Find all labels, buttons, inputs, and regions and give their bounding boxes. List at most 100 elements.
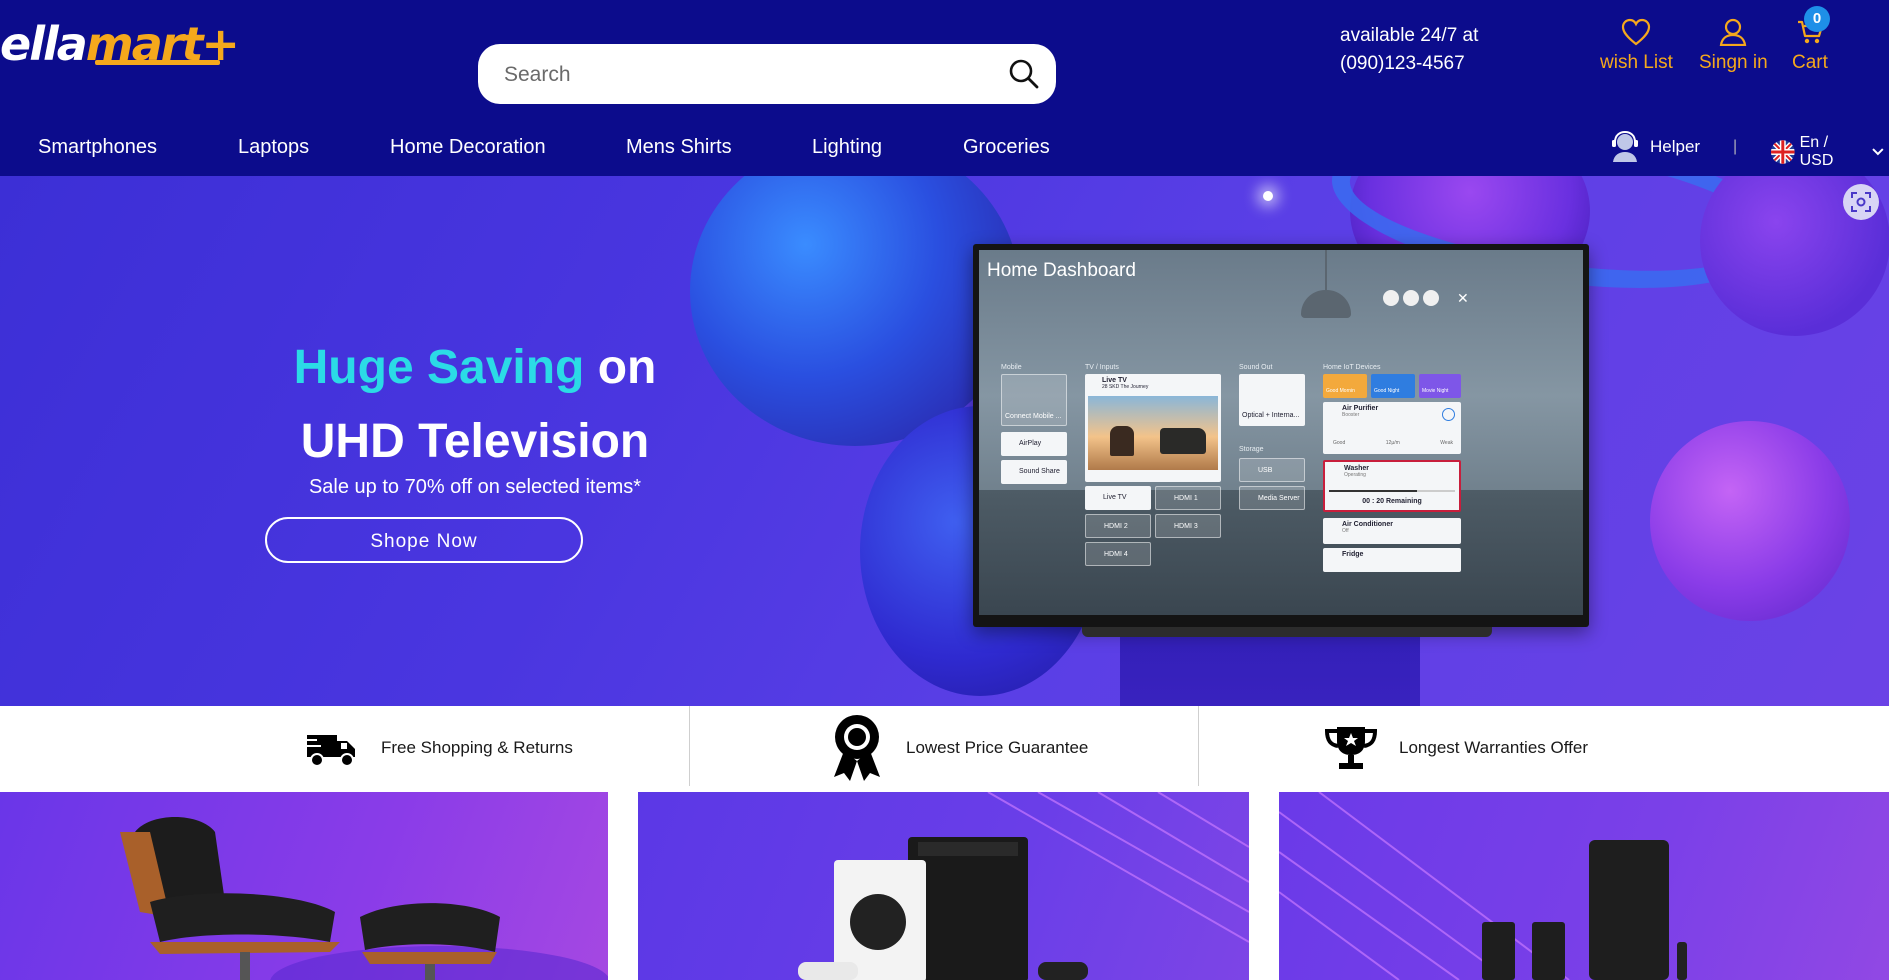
promo-card-furniture[interactable] bbox=[0, 792, 608, 980]
nav-item-mens-shirts[interactable]: Mens Shirts bbox=[626, 136, 732, 159]
tv-product-image: Home Dashboard ✕ Mobile TV / Inputs Soun… bbox=[973, 244, 1589, 627]
feature-free-shipping: Free Shopping & Returns bbox=[305, 706, 573, 790]
shop-now-button[interactable]: Shope Now bbox=[265, 517, 583, 563]
signin-label: Singn in bbox=[1699, 52, 1768, 73]
washer-status: Operating bbox=[1344, 472, 1366, 478]
pendant-cord bbox=[1325, 250, 1327, 292]
speakers-image bbox=[1279, 792, 1687, 980]
hero-title-on: on bbox=[597, 341, 657, 394]
jeep-silhouette bbox=[1160, 428, 1206, 454]
user-icon bbox=[1720, 18, 1747, 46]
fridge-label: Fridge bbox=[1342, 551, 1364, 558]
heart-icon bbox=[1622, 18, 1651, 46]
dash-tile-hdmi4: HDMI 4 bbox=[1085, 542, 1151, 566]
dash-tile-media-server: Media Server bbox=[1239, 486, 1305, 510]
nav-item-groceries[interactable]: Groceries bbox=[963, 136, 1050, 159]
dash-tile-washer: Washer Operating 00 : 20 Remaining bbox=[1323, 460, 1461, 512]
signin-link[interactable]: Singn in bbox=[1699, 18, 1768, 74]
washer-label: Washer bbox=[1344, 465, 1370, 472]
tv-stand bbox=[1082, 627, 1492, 637]
cart-label: Cart bbox=[1792, 52, 1828, 73]
air-stat: Weak bbox=[1440, 440, 1453, 446]
dash-tile-hdmi1: HDMI 1 bbox=[1155, 486, 1221, 510]
lounge-chair-image bbox=[120, 817, 608, 980]
dash-tile-hdmi3: HDMI 3 bbox=[1155, 514, 1221, 538]
washer-remaining: 00 : 20 Remaining bbox=[1362, 498, 1422, 505]
search-bar bbox=[478, 44, 1056, 106]
washer-progress-fill bbox=[1329, 490, 1418, 492]
dash-tile-air-conditioner: Air Conditioner Off bbox=[1323, 518, 1461, 544]
chevron-down-icon bbox=[1872, 148, 1884, 156]
dashboard-title: Home Dashboard bbox=[987, 260, 1136, 281]
visual-search-button[interactable] bbox=[1843, 184, 1879, 220]
dash-tile-live-tv-small: Live TV bbox=[1085, 486, 1151, 510]
availability-label: available 24/7 at bbox=[1340, 25, 1479, 46]
feature-warranties-label: Longest Warranties Offer bbox=[1399, 738, 1588, 757]
delivery-truck-icon bbox=[305, 735, 355, 767]
nav-item-home-decoration[interactable]: Home Decoration bbox=[390, 136, 546, 159]
dash-tile-sound-share: Sound Share bbox=[1001, 460, 1067, 484]
wishlist-label: wish List bbox=[1600, 52, 1673, 73]
hero-title-highlight: Huge Saving bbox=[293, 341, 585, 394]
air-stat: Good bbox=[1333, 440, 1346, 446]
nav-item-laptops[interactable]: Laptops bbox=[238, 136, 309, 159]
support-agent-icon bbox=[1612, 131, 1638, 162]
tv-screen: Home Dashboard ✕ Mobile TV / Inputs Soun… bbox=[979, 250, 1583, 615]
uk-flag-icon bbox=[1770, 140, 1795, 164]
dash-tile-air-purifier: Air Purifier Booster Good 12µ/m Weak bbox=[1323, 402, 1461, 454]
dash-tile-fridge: Fridge bbox=[1323, 548, 1461, 572]
search-input[interactable] bbox=[502, 44, 986, 106]
ac-label: Air Conditioner bbox=[1342, 521, 1393, 528]
hero-title: Huge Saving on UHD Television bbox=[200, 331, 750, 479]
dash-section-storage: Storage bbox=[1239, 446, 1264, 453]
helper-button[interactable]: Helper bbox=[1610, 128, 1700, 166]
dash-section-sound-out: Sound Out bbox=[1239, 364, 1273, 371]
dash-tile-optical: Optical + Interna... bbox=[1239, 374, 1305, 426]
close-icon: ✕ bbox=[1457, 290, 1469, 306]
live-tv-preview-image bbox=[1088, 396, 1218, 470]
trophy-icon bbox=[1325, 727, 1377, 769]
nav-item-smartphones[interactable]: Smartphones bbox=[38, 136, 157, 159]
feature-divider bbox=[689, 706, 690, 786]
dash-tile-good-night: Good Night bbox=[1371, 374, 1415, 398]
live-tv-label: Live TV bbox=[1102, 377, 1127, 384]
dash-section-iot: Home IoT Devices bbox=[1323, 364, 1381, 371]
feature-warranties: Longest Warranties Offer bbox=[1325, 706, 1588, 790]
site-header: ellamart+ available 24/7 at (090)123-456… bbox=[0, 0, 1889, 176]
feature-divider bbox=[1198, 706, 1199, 786]
promo-card-gaming[interactable] bbox=[638, 792, 1249, 980]
feature-free-shipping-label: Free Shopping & Returns bbox=[381, 738, 573, 757]
scan-icon bbox=[1851, 192, 1871, 212]
helper-label: Helper bbox=[1650, 137, 1701, 156]
dash-section-tv-inputs: TV / Inputs bbox=[1085, 364, 1119, 371]
language-currency-selector[interactable]: En / USD bbox=[1770, 134, 1889, 170]
dashboard-control-icon bbox=[1423, 290, 1439, 306]
promo-card-audio[interactable] bbox=[1279, 792, 1889, 980]
logo-underline bbox=[95, 60, 220, 65]
decor-blob bbox=[1650, 421, 1850, 621]
dash-tile-connect-mobile: Connect Mobile ... bbox=[1001, 374, 1067, 426]
wishlist-link[interactable]: wish List bbox=[1600, 18, 1673, 74]
features-strip: Free Shopping & Returns Lowest Price Gua… bbox=[0, 706, 1889, 790]
dash-tile-airplay: AirPlay bbox=[1001, 432, 1067, 456]
header-separator: | bbox=[1733, 138, 1738, 155]
logo-text-part1: ella bbox=[0, 17, 88, 71]
people-silhouette bbox=[1110, 426, 1134, 456]
air-purifier-mode: Booster bbox=[1342, 412, 1360, 418]
dash-section-mobile: Mobile bbox=[1001, 364, 1022, 371]
decor-glow bbox=[1263, 191, 1273, 201]
nav-item-lighting[interactable]: Lighting bbox=[812, 136, 882, 159]
air-purifier-stats: Good 12µ/m Weak bbox=[1333, 440, 1453, 446]
cart-count-badge: 0 bbox=[1804, 6, 1830, 32]
feature-price-guarantee: Lowest Price Guarantee bbox=[830, 706, 1088, 790]
search-icon[interactable] bbox=[1008, 58, 1040, 90]
hero-banner: Huge Saving on UHD Television Sale up to… bbox=[0, 176, 1889, 706]
dashboard-control-icon bbox=[1403, 290, 1419, 306]
pendant-lamp bbox=[1301, 290, 1351, 318]
game-console-image bbox=[798, 792, 1249, 980]
hero-title-line2: UHD Television bbox=[300, 415, 650, 468]
support-phone[interactable]: (090)123-4567 bbox=[1340, 50, 1478, 78]
power-icon bbox=[1442, 408, 1455, 421]
dash-tile-good-morning: Good Mornin bbox=[1323, 374, 1367, 398]
dash-tile-hdmi2: HDMI 2 bbox=[1085, 514, 1151, 538]
